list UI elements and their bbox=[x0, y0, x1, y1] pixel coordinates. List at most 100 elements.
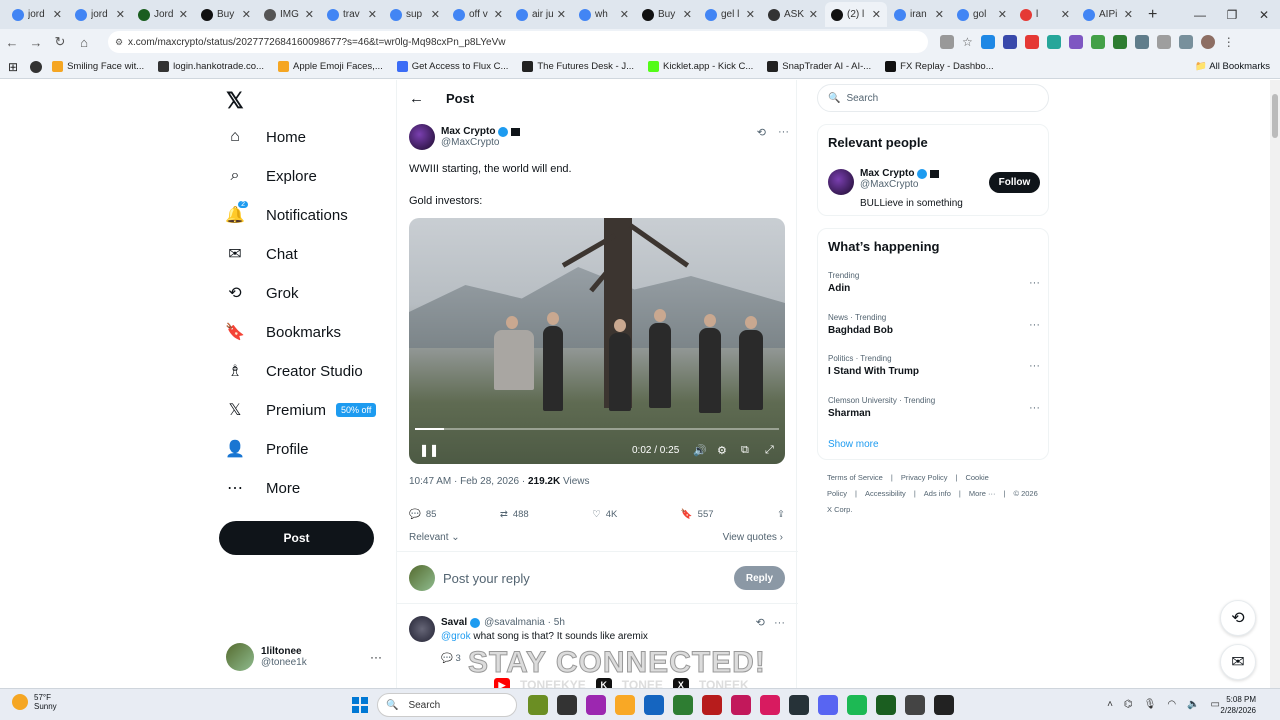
extension-icon[interactable] bbox=[1046, 35, 1061, 49]
nav-item-more[interactable]: ⋯ More bbox=[226, 479, 300, 498]
tab-close-icon[interactable]: ✕ bbox=[242, 8, 251, 21]
x-logo-icon[interactable]: 𝕏 bbox=[226, 88, 244, 114]
sort-dropdown[interactable]: Relevant ⌄ bbox=[409, 532, 460, 543]
taskbar-app-icon[interactable] bbox=[760, 695, 780, 715]
chevron-up-icon[interactable]: ˄ bbox=[1107, 699, 1113, 710]
profile-avatar-icon[interactable] bbox=[1200, 35, 1215, 49]
nav-item-explore[interactable]: ⌕ Explore bbox=[226, 167, 317, 185]
browser-tab[interactable]: sup ✕ bbox=[384, 2, 446, 27]
browser-tab[interactable]: (2) l ✕ bbox=[825, 2, 887, 27]
browser-tab[interactable]: air ju ✕ bbox=[510, 2, 572, 27]
apps-icon[interactable]: ⊞ bbox=[8, 60, 18, 74]
nav-item-creator-studio[interactable]: ♗ Creator Studio bbox=[226, 362, 363, 381]
account-switcher[interactable]: 1liltonee @tonee1k ··· bbox=[226, 643, 386, 671]
browser-tab[interactable]: Buy ✕ bbox=[195, 2, 257, 27]
bookmark-item[interactable]: Smiling Face wit... bbox=[52, 61, 144, 72]
taskbar-app-icon[interactable] bbox=[644, 695, 664, 715]
excel-icon[interactable] bbox=[876, 695, 896, 715]
extension-icon[interactable] bbox=[980, 35, 995, 49]
mention-link[interactable]: @grok bbox=[441, 631, 471, 642]
tab-close-icon[interactable]: ✕ bbox=[53, 8, 62, 21]
weather-widget[interactable]: 57°F Sunny bbox=[12, 693, 57, 711]
all-bookmarks-button[interactable]: 📁 All Bookmarks bbox=[1195, 61, 1270, 72]
tab-close-icon[interactable]: ✕ bbox=[935, 8, 944, 21]
windows-start-icon[interactable] bbox=[352, 697, 368, 713]
extension-icon[interactable] bbox=[1112, 35, 1127, 49]
install-icon[interactable] bbox=[940, 35, 954, 49]
extension-icon[interactable] bbox=[1068, 35, 1083, 49]
browser-tab[interactable]: jord ✕ bbox=[69, 2, 131, 27]
pause-icon[interactable]: ❚❚ bbox=[419, 443, 439, 457]
footer-link[interactable]: Ads info bbox=[924, 489, 951, 498]
star-icon[interactable]: ☆ bbox=[962, 35, 973, 49]
footer-link[interactable]: Terms of Service bbox=[827, 473, 883, 482]
footer-link[interactable]: More ··· bbox=[969, 489, 996, 498]
close-window-icon[interactable]: ✕ bbox=[1248, 8, 1280, 22]
post-timestamp[interactable]: 10:47 AM · Feb 28, 2026 · bbox=[409, 476, 528, 487]
nav-item-chat[interactable]: ✉ Chat bbox=[226, 245, 297, 264]
scrollbar-thumb[interactable] bbox=[1272, 94, 1278, 138]
nav-item-grok[interactable]: ⟲ Grok bbox=[226, 284, 298, 303]
show-more-link[interactable]: Show more bbox=[828, 439, 879, 450]
downloads-icon[interactable] bbox=[1178, 35, 1193, 49]
minimize-icon[interactable]: — bbox=[1184, 8, 1216, 22]
volume-icon[interactable]: 🔈 bbox=[1187, 699, 1199, 710]
nav-item-home[interactable]: ⌂ Home bbox=[226, 128, 306, 146]
tab-close-icon[interactable]: ✕ bbox=[557, 8, 566, 21]
author-name[interactable]: Max Crypto bbox=[441, 126, 495, 137]
trend-item[interactable]: News · Trending Baghdad Bob ··· bbox=[828, 313, 1040, 336]
more-dots-icon[interactable]: ··· bbox=[370, 650, 382, 664]
menu-icon[interactable]: ⋮ bbox=[1223, 35, 1235, 49]
taskbar-app-icon[interactable] bbox=[557, 695, 577, 715]
spotify-icon[interactable] bbox=[847, 695, 867, 715]
more-dots-icon[interactable]: ··· bbox=[1029, 277, 1040, 289]
author-avatar[interactable] bbox=[409, 124, 435, 150]
extension-icon[interactable] bbox=[1024, 35, 1039, 49]
browser-tab[interactable]: IMG ✕ bbox=[258, 2, 320, 27]
more-dots-icon[interactable]: ··· bbox=[1029, 319, 1040, 331]
browser-tab[interactable]: Buy ✕ bbox=[636, 2, 698, 27]
video-progress-bar[interactable] bbox=[415, 428, 779, 430]
tab-close-icon[interactable]: ✕ bbox=[1124, 8, 1133, 21]
bookmark-item[interactable]: login.hankotrade.co... bbox=[158, 61, 264, 72]
taskbar-app-icon[interactable] bbox=[731, 695, 751, 715]
file-explorer-icon[interactable] bbox=[615, 695, 635, 715]
tab-close-icon[interactable]: ✕ bbox=[683, 8, 692, 21]
bookmark-item[interactable]: FX Replay - Dashbo... bbox=[885, 61, 994, 72]
follow-button[interactable]: Follow bbox=[989, 172, 1040, 193]
more-dots-icon[interactable]: ··· bbox=[1029, 360, 1040, 372]
avatar[interactable] bbox=[828, 169, 854, 195]
mic-icon[interactable]: 🎙 bbox=[1144, 699, 1157, 710]
tab-close-icon[interactable]: ✕ bbox=[746, 8, 755, 21]
tab-close-icon[interactable]: ✕ bbox=[620, 8, 629, 21]
trend-item[interactable]: Trending Adin ··· bbox=[828, 271, 1040, 294]
bookmark-action[interactable]: 🔖 557 bbox=[681, 509, 714, 520]
home-browser-icon[interactable]: ⌂ bbox=[72, 35, 96, 50]
network-icon[interactable]: ⌬ bbox=[1124, 699, 1133, 710]
grok-explain-icon[interactable]: ⟲ bbox=[757, 126, 766, 139]
tab-close-icon[interactable]: ✕ bbox=[809, 8, 818, 21]
fullscreen-icon[interactable]: ⤢ bbox=[765, 444, 774, 457]
chrome-icon[interactable] bbox=[673, 695, 693, 715]
tab-close-icon[interactable]: ✕ bbox=[431, 8, 440, 21]
taskbar-app-icon[interactable] bbox=[905, 695, 925, 715]
reply-author-name[interactable]: Saval bbox=[441, 617, 467, 628]
messages-float-icon[interactable]: ✉ bbox=[1220, 644, 1256, 680]
browser-tab[interactable]: iran ✕ bbox=[888, 2, 950, 27]
browser-tab[interactable]: off v ✕ bbox=[447, 2, 509, 27]
bookmark-item[interactable]: Kicklet.app - Kick C... bbox=[648, 61, 753, 72]
tab-close-icon[interactable]: ✕ bbox=[998, 8, 1007, 21]
footer-link[interactable]: Accessibility bbox=[865, 489, 906, 498]
browser-tab[interactable]: AIPi ✕ bbox=[1077, 2, 1139, 27]
tab-close-icon[interactable]: ✕ bbox=[368, 8, 377, 21]
more-dots-icon[interactable]: ··· bbox=[778, 126, 789, 139]
trend-item[interactable]: Clemson University · Trending Sharman ··· bbox=[828, 396, 1040, 419]
reload-icon[interactable]: ↻ bbox=[48, 34, 72, 50]
settings-icon[interactable]: ⚙ bbox=[717, 444, 727, 457]
grok-float-icon[interactable]: ⟲ bbox=[1220, 600, 1256, 636]
browser-tab[interactable]: ASK ✕ bbox=[762, 2, 824, 27]
tab-close-icon[interactable]: ✕ bbox=[179, 8, 188, 21]
browser-tab[interactable]: trav ✕ bbox=[321, 2, 383, 27]
taskbar-app-icon[interactable] bbox=[586, 695, 606, 715]
extension-icon[interactable] bbox=[1002, 35, 1017, 49]
